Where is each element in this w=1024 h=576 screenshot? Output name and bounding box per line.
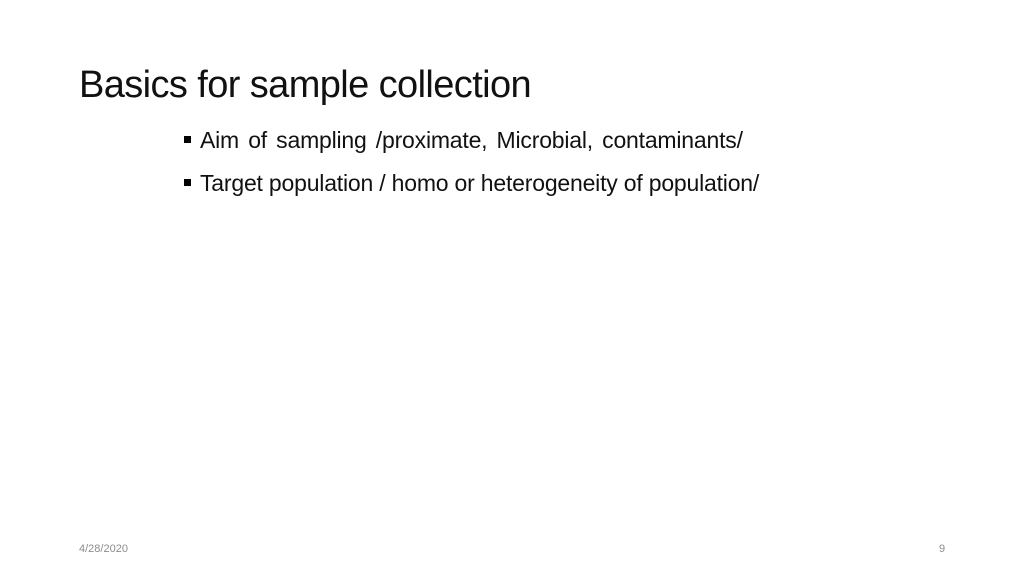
footer-date: 4/28/2020: [79, 543, 128, 555]
bullet-list: Aim of sampling /proximate, Microbial, c…: [182, 124, 850, 210]
bullet-text: Aim of sampling /proximate, Microbial, c…: [200, 127, 743, 153]
square-bullet-icon: [184, 179, 191, 186]
page-number: 9: [939, 543, 946, 555]
bullet-item-aim: Aim of sampling /proximate, Microbial, c…: [182, 124, 850, 156]
bullet-item-target-population: Target population / homo or heterogeneit…: [182, 167, 850, 199]
slide-title: Basics for sample collection: [79, 64, 532, 106]
slide: Basics for sample collection Aim of samp…: [0, 0, 1024, 576]
square-bullet-icon: [184, 136, 191, 143]
bullet-text: Target population / homo or heterogeneit…: [200, 170, 760, 196]
